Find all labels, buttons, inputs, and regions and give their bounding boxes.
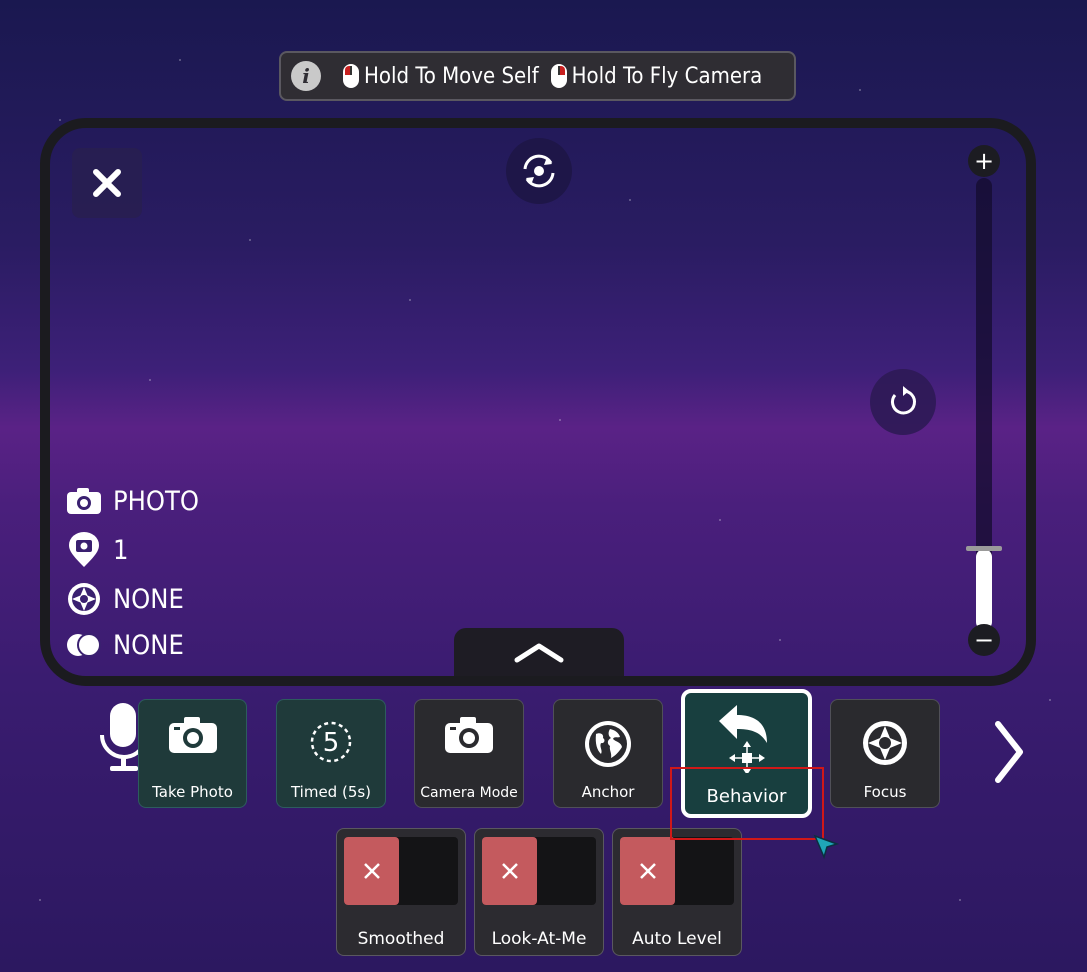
toggle-knob-off [620, 837, 675, 905]
auto-level-toggle[interactable]: Auto Level [612, 828, 742, 956]
anchor-count: 1 [113, 534, 129, 566]
timed-label: Timed (5s) [290, 783, 372, 801]
toggle-label: Auto Level [632, 929, 722, 949]
status-filter: NONE [66, 627, 184, 663]
close-icon [93, 169, 121, 197]
focus-label: Focus [863, 783, 907, 801]
zoom-slider-handle[interactable] [966, 546, 1002, 551]
smoothed-toggle[interactable]: Smoothed [336, 828, 466, 956]
take-photo-label: Take Photo [152, 783, 233, 801]
globe-icon [585, 721, 631, 767]
camera-icon [66, 483, 102, 519]
timer-icon: 5 [310, 721, 352, 763]
mode-value: PHOTO [113, 485, 199, 517]
timed-photo-button[interactable]: 5 Timed (5s) [276, 699, 386, 808]
camera-icon [168, 717, 217, 753]
aperture-icon [66, 581, 102, 617]
camera-icon [445, 717, 493, 753]
rotate-reset-icon [891, 386, 916, 415]
hint-move-self: Hold To Move Self [364, 63, 539, 89]
x-icon [501, 863, 518, 879]
highlight-box [670, 767, 824, 840]
x-icon [363, 863, 380, 879]
status-focus: NONE [66, 581, 184, 617]
flip-camera-button[interactable] [506, 138, 572, 204]
zoom-level-fill [976, 549, 992, 630]
zoom-in-button[interactable]: + [968, 145, 1000, 177]
focus-value: NONE [113, 583, 184, 615]
hint-fly-camera: Hold To Fly Camera [571, 63, 763, 89]
controls-hint-bar: i Hold To Move Self Hold To Fly Camera [279, 51, 796, 101]
camera-mode-button[interactable]: Camera Mode [414, 699, 524, 808]
filter-value: NONE [113, 629, 184, 661]
chevron-up-icon [514, 643, 564, 663]
toggle-label: Smoothed [357, 929, 445, 949]
filter-toggle-icon [66, 627, 102, 663]
look-at-me-toggle[interactable]: Look-At-Me [474, 828, 604, 956]
left-mouse-icon [343, 64, 359, 88]
right-mouse-icon [550, 64, 567, 88]
status-anchor: 1 [66, 532, 128, 568]
camera-mode-label: Camera Mode [420, 785, 518, 801]
toggle-switch[interactable] [344, 837, 458, 905]
toggle-switch[interactable] [482, 837, 596, 905]
camera-rotate-icon [523, 154, 555, 188]
take-photo-button[interactable]: Take Photo [138, 699, 247, 808]
anchor-button[interactable]: Anchor [553, 699, 663, 808]
focus-button[interactable]: Focus [830, 699, 940, 808]
zoom-out-button[interactable]: − [968, 624, 1000, 656]
minus-icon: − [973, 626, 995, 654]
toggle-switch[interactable] [620, 837, 734, 905]
close-camera-button[interactable] [72, 148, 142, 218]
plus-icon: + [973, 147, 995, 175]
expand-panel-button[interactable] [454, 628, 624, 676]
anchor-label: Anchor [581, 783, 635, 801]
aperture-icon [863, 721, 907, 765]
undo-move-icon [719, 705, 767, 773]
status-mode: PHOTO [66, 483, 199, 519]
toggle-knob-off [482, 837, 537, 905]
info-icon[interactable]: i [291, 61, 321, 91]
location-camera-icon [66, 532, 102, 568]
toggle-label: Look-At-Me [491, 929, 587, 949]
toggle-knob-off [344, 837, 399, 905]
mouse-cursor-icon [813, 834, 839, 860]
reset-view-button[interactable] [870, 369, 936, 435]
x-icon [639, 863, 656, 879]
timer-digit: 5 [323, 728, 340, 758]
next-page-chevron-icon[interactable] [990, 720, 1026, 784]
